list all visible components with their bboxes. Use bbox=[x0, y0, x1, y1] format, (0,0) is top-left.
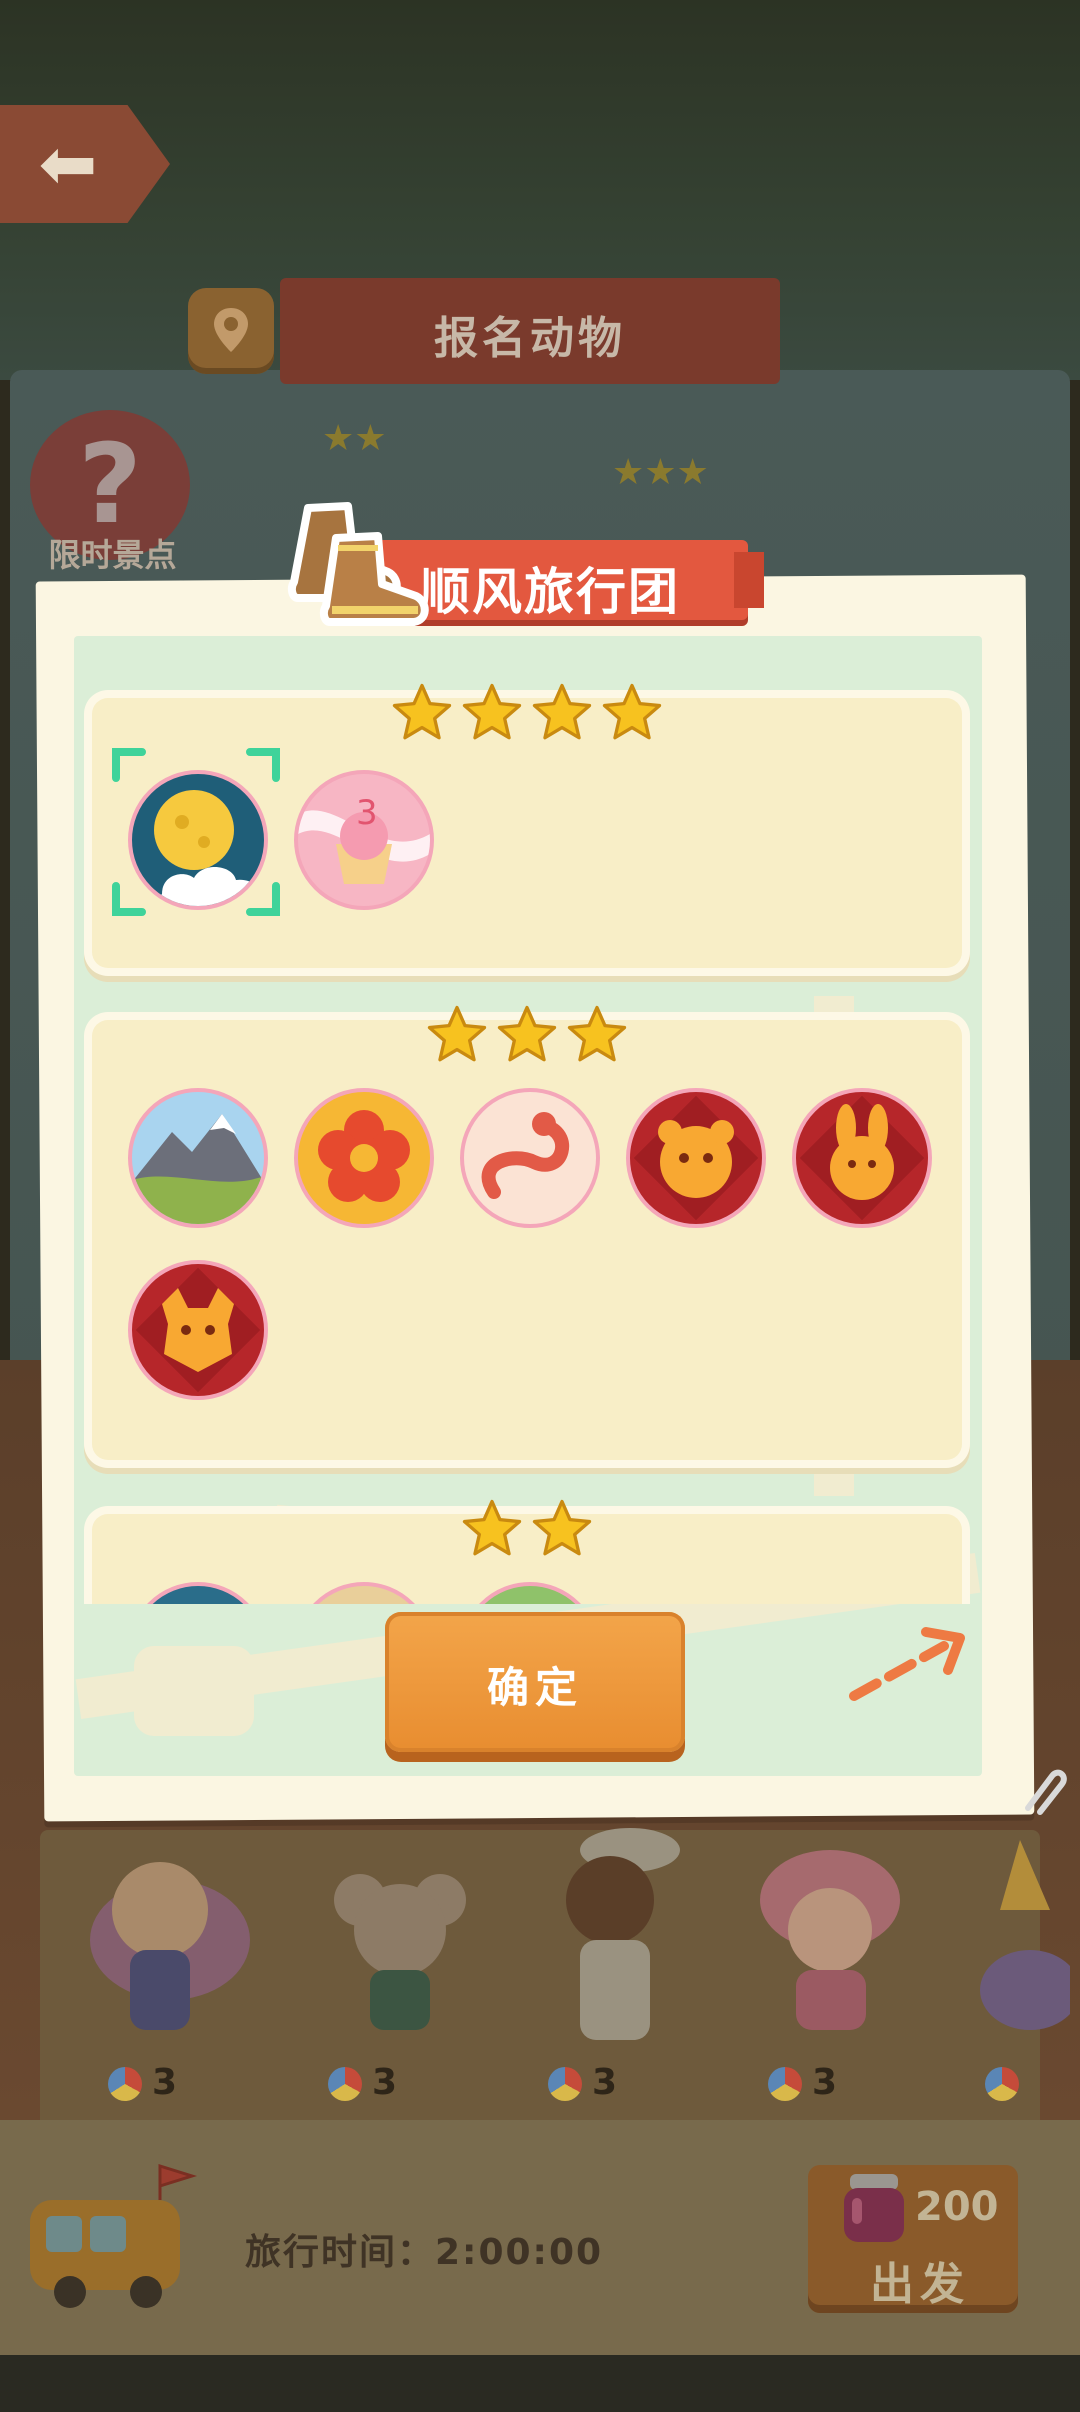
character-count bbox=[985, 2062, 1080, 2103]
spot-partial-icon[interactable] bbox=[460, 1582, 600, 1604]
group-card-2-star bbox=[92, 1499, 962, 1604]
route-arrow-icon bbox=[849, 1627, 965, 1701]
spot-rabbit-icon[interactable] bbox=[792, 1088, 932, 1228]
boots-icon bbox=[287, 502, 429, 626]
back-arrow-icon: ⬅ bbox=[38, 123, 98, 205]
character-bear-gentleman[interactable] bbox=[520, 1820, 720, 2080]
star-rating-2 bbox=[92, 1496, 962, 1566]
beach-ball-icon bbox=[108, 2067, 142, 2101]
star-icon bbox=[462, 683, 522, 740]
pink-cake-girl-icon bbox=[760, 1850, 900, 2030]
mouse-kid-icon bbox=[334, 1874, 466, 2030]
bg-star-icon: ★★ bbox=[322, 418, 387, 459]
spot-cupcake-icon[interactable]: 3 bbox=[294, 770, 434, 910]
beach-ball-icon bbox=[985, 2067, 1019, 2101]
bus-icon bbox=[30, 2163, 198, 2308]
character-count-value: 3 bbox=[812, 2062, 838, 2103]
bg-star-icon: ★★★ bbox=[612, 452, 709, 493]
group-card-3-star bbox=[92, 1005, 962, 1460]
character-mouse-kid[interactable] bbox=[300, 1820, 500, 2080]
spot-partial-icon[interactable] bbox=[294, 1582, 434, 1604]
character-count: 3 bbox=[548, 2062, 668, 2103]
star-icon bbox=[497, 1005, 557, 1062]
beach-ball-icon bbox=[768, 2067, 802, 2101]
character-unicorn-girl[interactable] bbox=[60, 1820, 260, 2080]
star-icon bbox=[532, 683, 592, 740]
depart-cost: 200 bbox=[915, 2184, 999, 2230]
character-count-value: 3 bbox=[372, 2062, 398, 2103]
svg-text:3: 3 bbox=[356, 793, 378, 833]
spot-mountain-meadow-icon[interactable] bbox=[128, 1088, 268, 1228]
unicorn-girl-icon bbox=[90, 1862, 250, 2030]
character-count: 3 bbox=[768, 2062, 888, 2103]
confirm-button-label: 确定 bbox=[486, 1663, 583, 1712]
character-partial[interactable] bbox=[960, 1820, 1070, 2080]
spot-partial-icon[interactable] bbox=[128, 1582, 268, 1604]
star-rating-4 bbox=[92, 680, 962, 750]
spot-tiger-icon[interactable] bbox=[626, 1088, 766, 1228]
star-icon bbox=[462, 1499, 522, 1556]
spot-snake-icon[interactable] bbox=[460, 1088, 600, 1228]
limited-spot-label: 限时景点 bbox=[48, 536, 177, 574]
selection-frame-icon bbox=[112, 748, 280, 916]
jam-jar-icon bbox=[844, 2174, 904, 2242]
character-pink-cake-girl[interactable] bbox=[730, 1820, 930, 2080]
spot-plum-blossom-icon[interactable] bbox=[294, 1088, 434, 1228]
star-icon bbox=[602, 683, 662, 740]
bear-gentleman-icon bbox=[566, 1828, 680, 2040]
star-icon bbox=[392, 683, 452, 740]
bottom-strip bbox=[0, 2355, 1080, 2412]
page-title: 报名动物 bbox=[434, 313, 626, 364]
star-icon bbox=[532, 1499, 592, 1556]
modal-title: 顺风旅行团 bbox=[420, 563, 680, 621]
character-count: 3 bbox=[108, 2062, 228, 2103]
star-rating-3 bbox=[92, 1002, 962, 1072]
map-pin-button[interactable] bbox=[188, 288, 274, 374]
star-icon bbox=[567, 1005, 627, 1062]
character-count: 3 bbox=[328, 2062, 448, 2103]
depart-label: 出发 bbox=[870, 2259, 970, 2310]
beach-ball-icon bbox=[328, 2067, 362, 2101]
partial-character-icon bbox=[980, 1840, 1070, 2030]
spot-dragon-icon[interactable] bbox=[128, 1260, 268, 1400]
travel-time-label: 旅行时间：2:00:00 bbox=[245, 2232, 604, 2273]
map-pin-icon bbox=[214, 308, 248, 352]
character-count-value: 3 bbox=[592, 2062, 618, 2103]
paper-clip-icon bbox=[1025, 1769, 1067, 1815]
character-count-value: 3 bbox=[152, 2062, 178, 2103]
star-icon bbox=[427, 1005, 487, 1062]
beach-ball-icon bbox=[548, 2067, 582, 2101]
